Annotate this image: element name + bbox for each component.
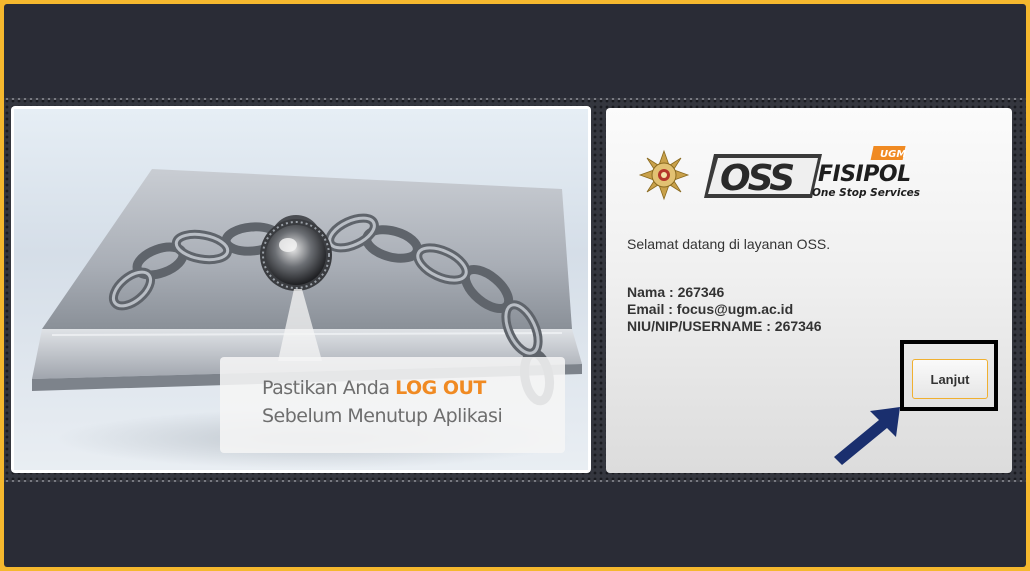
- caption-logout-highlight: LOG OUT: [395, 377, 486, 399]
- caption-line-2: Sebelum Menutup Aplikasi: [262, 405, 503, 427]
- svg-text:OSS: OSS: [720, 158, 793, 199]
- svg-text:One Stop Services: One Stop Services: [812, 187, 920, 199]
- caption-prefix: Pastikan Anda: [262, 377, 396, 399]
- padlock-icon: [260, 215, 332, 291]
- banner-image: Pastikan Anda LOG OUT Sebelum Menutup Ap…: [14, 109, 588, 470]
- logout-reminder-banner: Pastikan Anda LOG OUT Sebelum Menutup Ap…: [11, 106, 591, 473]
- caption-line-1: Pastikan Anda LOG OUT: [262, 377, 486, 399]
- user-nama: Nama : 267346: [627, 284, 725, 300]
- svg-text:FISIPOL: FISIPOL: [818, 162, 911, 187]
- user-niu: NIU/NIP/USERNAME : 267346: [627, 318, 822, 334]
- svg-text:UGM: UGM: [880, 149, 906, 160]
- user-email: Email : focus@ugm.ac.id: [627, 301, 794, 317]
- ugm-emblem-icon: [638, 149, 690, 201]
- arrow-pointer-icon: [834, 407, 900, 465]
- oss-fisipol-logo: OSS UGM FISIPOL One Stop Services: [638, 146, 920, 201]
- user-info-panel: OSS UGM FISIPOL One Stop Services Selama…: [606, 108, 1012, 473]
- lanjut-button[interactable]: Lanjut: [912, 359, 988, 399]
- logout-caption: Pastikan Anda LOG OUT Sebelum Menutup Ap…: [220, 357, 565, 453]
- user-details: Nama : 267346 Email : focus@ugm.ac.id NI…: [627, 284, 822, 335]
- welcome-message: Selamat datang di layanan OSS.: [627, 236, 831, 252]
